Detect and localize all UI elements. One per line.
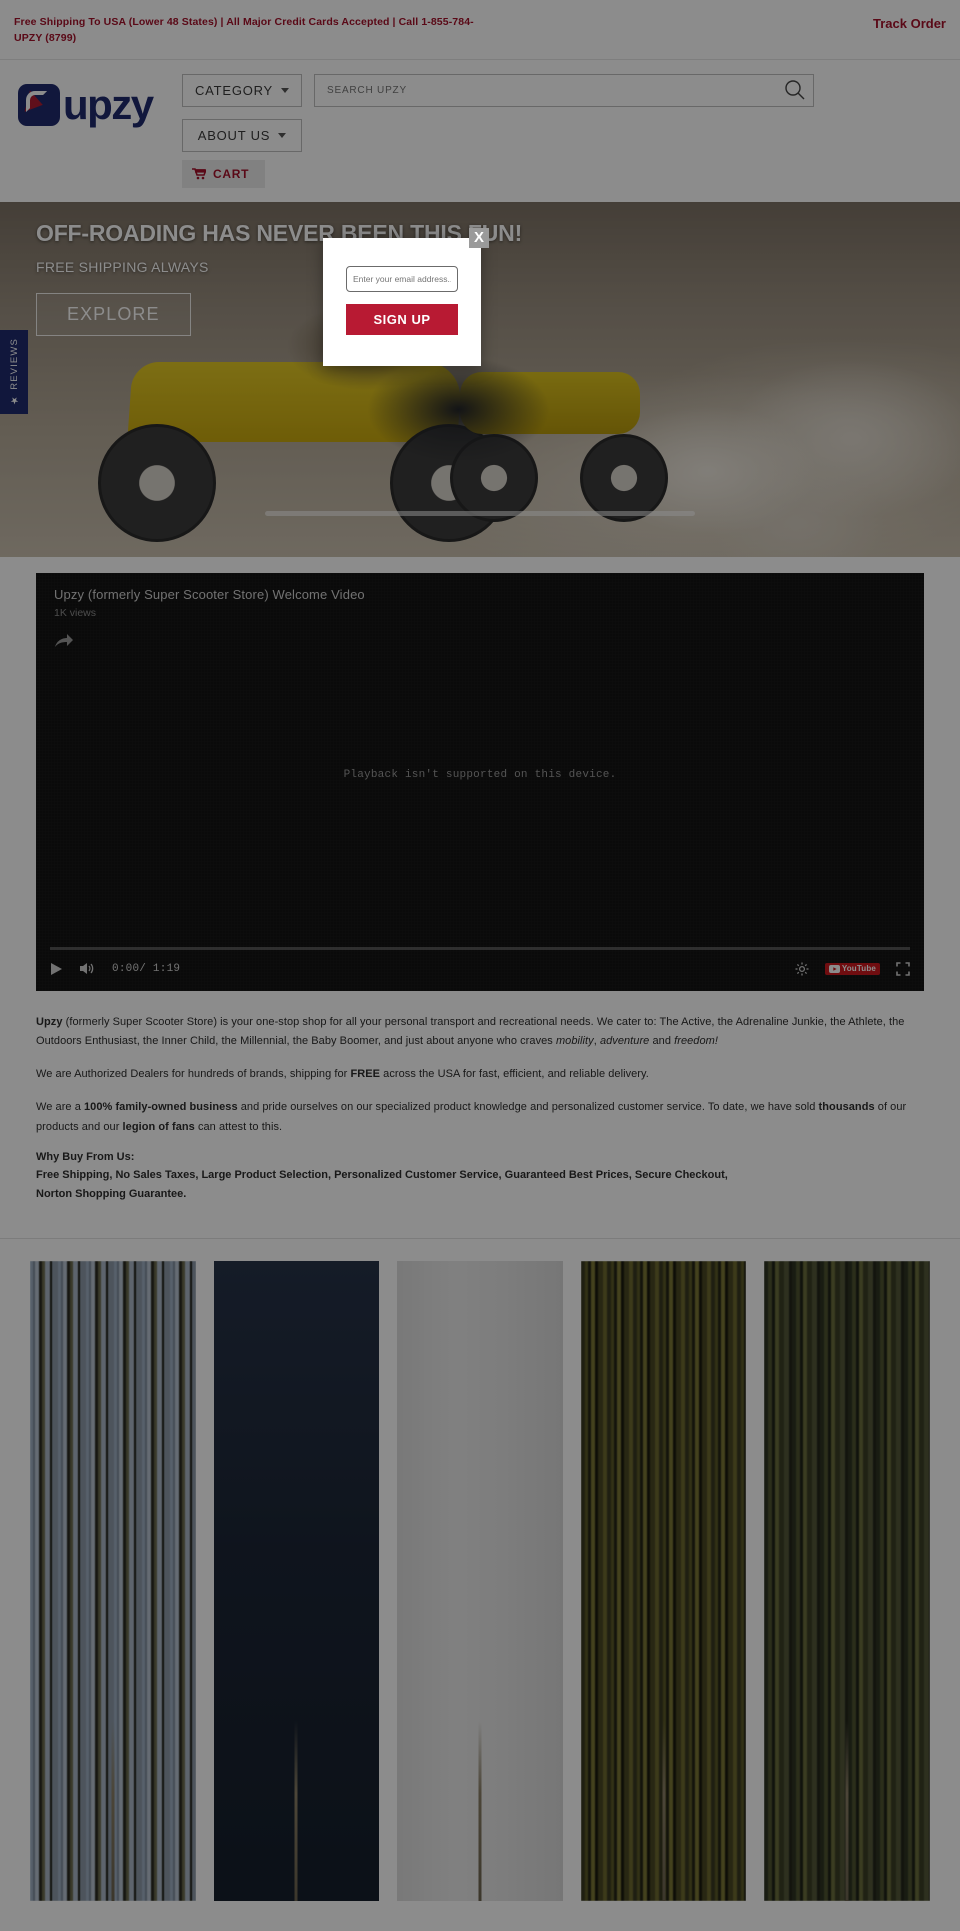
about-p1-text: (formerly Super Scooter Store) is your o… <box>36 1015 905 1047</box>
cart-button[interactable]: CART <box>182 159 266 188</box>
about-p2-bold: FREE <box>350 1068 381 1081</box>
search-bar <box>314 73 814 107</box>
chevron-down-icon <box>278 132 287 138</box>
about-p3-bold2: thousands <box>818 1101 875 1114</box>
video-header: Upzy (formerly Super Scooter Store) Welc… <box>36 573 924 649</box>
about-p3-bold3: legion of fans <box>122 1120 195 1133</box>
email-field[interactable] <box>346 266 458 292</box>
gear-icon <box>795 962 809 976</box>
about-paragraph-1: Upzy (formerly Super Scooter Store) is y… <box>36 1013 924 1052</box>
share-icon <box>55 633 73 647</box>
why-buy-line-1: Free Shipping, No Sales Taxes, Large Pro… <box>36 1168 728 1181</box>
sign-up-button[interactable]: SIGN UP <box>346 304 458 335</box>
category-dropdown[interactable]: CATEGORY <box>182 73 302 107</box>
search-icon <box>785 80 805 100</box>
chevron-down-icon <box>281 87 289 93</box>
about-p3-text-d: can attest to this. <box>194 1120 283 1133</box>
announcement-bar: Free Shipping To USA (Lower 48 States) |… <box>0 0 960 59</box>
search-input[interactable] <box>314 73 814 107</box>
about-p2-text-b: across the USA for fast, efficient, and … <box>380 1068 649 1081</box>
track-order-link[interactable]: Track Order <box>873 14 946 31</box>
about-p3-bold1: 100% family-owned business <box>83 1101 238 1114</box>
product-card[interactable] <box>764 1261 930 1902</box>
about-p3-text-a: We are a <box>36 1101 84 1114</box>
video-views: 1K views <box>54 606 97 619</box>
search-button[interactable] <box>784 79 806 101</box>
logo-text: upzy <box>63 80 154 128</box>
product-card[interactable] <box>580 1261 747 1902</box>
reviews-tab[interactable]: ★ REVIEWS <box>0 330 28 414</box>
fullscreen-button[interactable] <box>896 961 910 976</box>
video-title: Upzy (formerly Super Scooter Store) Welc… <box>54 586 365 602</box>
newsletter-signup-modal: X SIGN UP <box>323 228 489 366</box>
header-nav: CATEGORY ABOUT US <box>168 73 946 188</box>
product-card[interactable] <box>397 1261 563 1902</box>
video-time: 0:00/ 1:19 <box>112 962 181 975</box>
logo-icon <box>18 83 60 126</box>
about-us-label: ABOUT US <box>197 127 271 143</box>
product-strip <box>0 1238 960 1931</box>
cart-icon <box>192 167 206 179</box>
about-brand: Upzy <box>36 1015 63 1028</box>
about-p1-em2: adventure <box>599 1034 650 1047</box>
youtube-label: YouTube <box>841 963 876 973</box>
announcement-message: Free Shipping To USA (Lower 48 States) |… <box>14 16 474 45</box>
reviews-tab-label: ★ REVIEWS <box>8 338 20 406</box>
play-icon <box>51 962 62 975</box>
video-playback-message: Playback isn't supported on this device. <box>343 768 617 781</box>
about-p1-em1: mobility <box>555 1034 594 1047</box>
logo[interactable]: upzy <box>18 80 168 128</box>
content-section: Upzy (formerly Super Scooter Store) Welc… <box>0 556 960 1239</box>
volume-icon <box>80 963 94 975</box>
why-buy-line-2: Norton Shopping Guarantee. <box>36 1188 187 1201</box>
fullscreen-icon <box>896 961 910 976</box>
why-buy-heading: Why Buy From Us: <box>36 1150 135 1163</box>
video-progress-bar[interactable] <box>50 946 910 950</box>
about-p1-em3: freedom! <box>674 1034 718 1047</box>
category-label: CATEGORY <box>195 82 273 98</box>
site-header: upzy CATEGORY SEARCH UPZY ABOUT US CART <box>0 58 960 202</box>
youtube-button[interactable]: YouTube <box>824 962 880 975</box>
about-paragraph-3: We are a 100% family-owned business and … <box>36 1098 924 1137</box>
close-icon[interactable]: X <box>469 228 489 248</box>
settings-button[interactable] <box>795 962 809 976</box>
cart-label: CART <box>213 166 250 181</box>
about-p1-sep2: and <box>649 1034 675 1047</box>
product-card[interactable] <box>213 1261 380 1902</box>
youtube-icon <box>828 964 840 973</box>
about-p3-text-b: and pride ourselves on our specialized p… <box>237 1101 819 1114</box>
modal-body: SIGN UP <box>323 238 481 335</box>
explore-button[interactable]: EXPLORE <box>36 292 191 336</box>
about-paragraph-2: We are Authorized Dealers for hundreds o… <box>36 1065 924 1084</box>
video-controls: 0:00/ 1:19 YouTube <box>36 946 924 991</box>
hero-carousel-scrollbar[interactable] <box>0 510 960 517</box>
play-button[interactable] <box>50 962 63 976</box>
about-p2-text-a: We are Authorized Dealers for hundreds o… <box>36 1068 351 1081</box>
about-copy: Upzy (formerly Super Scooter Store) is y… <box>36 1013 924 1205</box>
volume-button[interactable] <box>79 961 96 976</box>
share-button[interactable] <box>54 633 74 649</box>
about-us-dropdown[interactable]: ABOUT US <box>182 118 302 152</box>
product-card[interactable] <box>30 1261 196 1902</box>
video-player[interactable]: Upzy (formerly Super Scooter Store) Welc… <box>36 572 924 991</box>
page: Free Shipping To USA (Lower 48 States) |… <box>0 0 960 1931</box>
